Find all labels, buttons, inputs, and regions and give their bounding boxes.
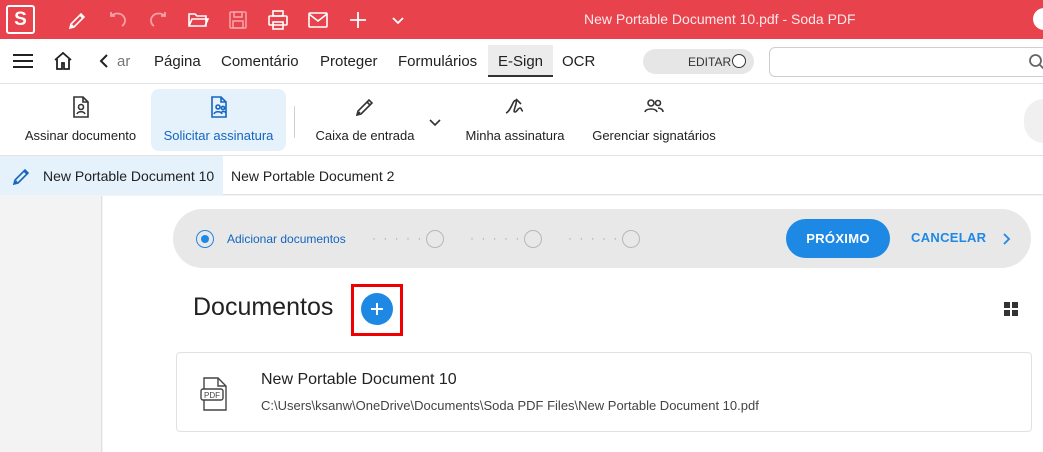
pdf-icon-text: PDF	[204, 391, 220, 400]
menu-bar: ar Página Comentário Proteger Formulário…	[0, 39, 1043, 83]
signature-icon	[502, 94, 528, 120]
pdf-file-icon: PDF	[200, 377, 228, 411]
document-name: New Portable Document 10	[261, 371, 457, 388]
ribbon-toolbar: Assinar documento Solicitar assinatura C…	[0, 83, 1043, 155]
window-title: New Portable Document 10.pdf - Soda PDF	[584, 11, 856, 27]
my-signature-label: Minha assinatura	[465, 128, 565, 143]
chevron-right-icon[interactable]	[1001, 232, 1011, 246]
step-connector: · · · · ·	[470, 231, 522, 245]
open-folder-icon[interactable]	[186, 8, 210, 32]
step-1-radio[interactable]	[196, 230, 214, 248]
signature-stepper: Adicionar documentos · · · · · · · · · ·…	[173, 209, 1031, 268]
edit-toggle[interactable]: EDITAR	[643, 49, 754, 74]
step-3-radio[interactable]	[524, 230, 542, 248]
chevron-left-icon[interactable]	[96, 52, 112, 70]
toggle-knob	[732, 54, 746, 68]
pen-nib-icon[interactable]	[66, 8, 90, 32]
hamburger-menu-icon[interactable]	[13, 53, 33, 69]
pen-nib-icon	[352, 94, 378, 120]
request-signature-icon	[206, 94, 232, 120]
step-connector: · · · · ·	[568, 231, 620, 245]
redo-icon[interactable]	[146, 8, 170, 32]
tab-e-sign[interactable]: E-Sign	[488, 45, 554, 77]
document-path: C:\Users\ksanw\OneDrive\Documents\Soda P…	[261, 398, 759, 413]
manage-signers-button[interactable]: Gerenciar signatários	[586, 89, 722, 151]
request-signature-button[interactable]: Solicitar assinatura	[151, 89, 286, 151]
document-list-item[interactable]: PDF New Portable Document 10 C:\Users\ks…	[176, 352, 1032, 432]
doc-tab-label: New Portable Document 10	[43, 167, 215, 184]
search-input[interactable]	[769, 47, 1043, 77]
doc-tab-active[interactable]: New Portable Document 10	[0, 156, 223, 195]
ribbon-separator	[294, 106, 295, 138]
my-signature-button[interactable]: Minha assinatura	[458, 89, 572, 151]
tab-proteger[interactable]: Proteger	[320, 53, 378, 70]
cancel-button[interactable]: CANCELAR	[911, 230, 986, 245]
home-icon[interactable]	[52, 50, 74, 72]
soda-pdf-logo[interactable]: S	[6, 5, 35, 34]
user-avatar[interactable]	[1033, 8, 1043, 30]
step-2-radio[interactable]	[426, 230, 444, 248]
search-icon[interactable]	[1028, 53, 1043, 71]
inbox-button[interactable]: Caixa de entrada	[306, 89, 424, 151]
grid-view-icon[interactable]	[1004, 302, 1018, 316]
tab-comentario[interactable]: Comentário	[221, 53, 299, 70]
documents-heading: Documentos	[193, 293, 334, 321]
sign-document-icon	[68, 94, 94, 120]
tab-formularios[interactable]: Formulários	[398, 53, 477, 70]
title-bar: S New Portable Document 10.pdf - Soda PD…	[0, 0, 1043, 39]
mail-icon[interactable]	[306, 8, 330, 32]
doc-tab[interactable]: New Portable Document 2	[231, 156, 394, 195]
plus-icon	[371, 303, 383, 315]
tab-ocr[interactable]: OCR	[562, 53, 595, 70]
undo-icon[interactable]	[106, 8, 130, 32]
document-tabs: New Portable Document 10 New Portable Do…	[0, 155, 1043, 195]
ribbon-overflow-button[interactable]	[1024, 99, 1043, 143]
tab-truncated[interactable]: ar	[117, 53, 130, 70]
step-4-radio[interactable]	[622, 230, 640, 248]
edit-toggle-label: EDITAR	[688, 55, 732, 69]
sign-document-button[interactable]: Assinar documento	[18, 89, 143, 151]
manage-signers-label: Gerenciar signatários	[592, 128, 716, 143]
left-panel	[0, 196, 102, 452]
inbox-dropdown-chevron-icon[interactable]	[429, 114, 441, 127]
pen-nib-icon	[10, 164, 34, 188]
users-icon	[641, 94, 667, 120]
chevron-down-icon[interactable]	[386, 8, 410, 32]
step-1-label[interactable]: Adicionar documentos	[227, 232, 346, 246]
tab-pagina[interactable]: Página	[154, 53, 201, 70]
save-icon[interactable]	[226, 8, 250, 32]
sign-document-label: Assinar documento	[24, 128, 137, 143]
request-signature-label: Solicitar assinatura	[163, 128, 274, 143]
add-icon[interactable]	[346, 8, 370, 32]
print-icon[interactable]	[266, 8, 290, 32]
inbox-label: Caixa de entrada	[315, 128, 415, 143]
doc-tab-label: New Portable Document 2	[231, 167, 395, 184]
next-button[interactable]: PRÓXIMO	[786, 219, 890, 258]
add-document-button[interactable]	[361, 293, 393, 325]
step-connector: · · · · ·	[372, 231, 424, 245]
